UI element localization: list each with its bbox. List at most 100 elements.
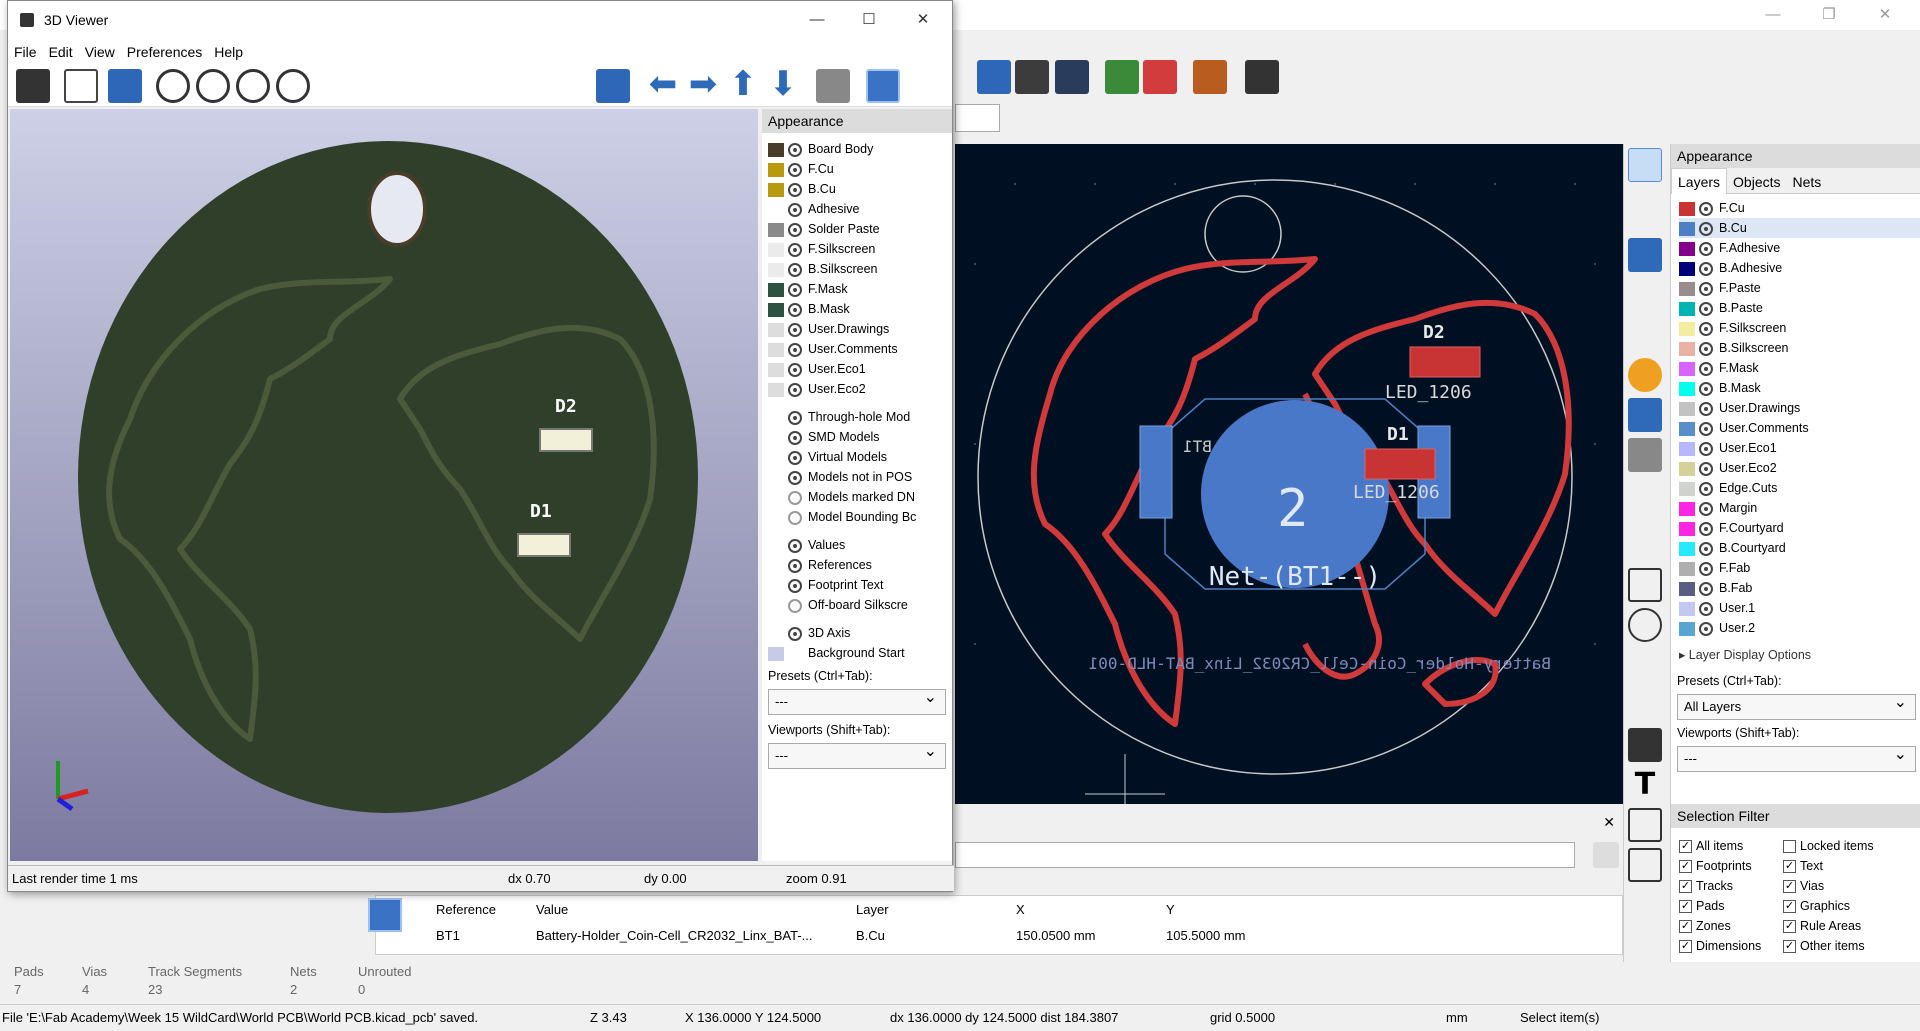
- viewer-toggle-row[interactable]: Through-hole Mod: [768, 407, 952, 427]
- layer-row[interactable]: F.Mask: [1679, 358, 1920, 378]
- viewer-layer-row[interactable]: User.Eco2: [768, 379, 952, 399]
- layer-color-swatch[interactable]: [768, 182, 784, 197]
- viewer-layer-row[interactable]: Solder Paste: [768, 219, 952, 239]
- pan-right-icon[interactable]: ➡: [686, 67, 720, 103]
- table-row[interactable]: BT1 Battery-Holder_Coin-Cell_CR2032_Linx_…: [436, 928, 1536, 950]
- eye-icon[interactable]: [788, 162, 802, 177]
- layer-color-swatch[interactable]: [768, 162, 784, 177]
- menu-edit[interactable]: Edit: [43, 39, 79, 65]
- eye-icon[interactable]: [788, 510, 802, 525]
- layer-color-swatch[interactable]: [1679, 221, 1695, 236]
- layer-color-swatch[interactable]: [768, 362, 784, 377]
- scripting-console-icon[interactable]: [1245, 60, 1279, 94]
- rotate-x-cw-icon[interactable]: [326, 69, 360, 103]
- viewer-layer-row[interactable]: F.Silkscreen: [768, 239, 952, 259]
- layer-stack-icon[interactable]: [368, 898, 402, 932]
- layer-color-swatch[interactable]: [1679, 501, 1695, 516]
- add-text-icon[interactable]: T: [1628, 768, 1662, 802]
- layer-row[interactable]: User.Eco1: [1679, 438, 1920, 458]
- add-footprint-icon[interactable]: [1628, 238, 1662, 272]
- eye-icon[interactable]: [788, 242, 802, 257]
- eye-icon[interactable]: [788, 490, 802, 505]
- layer-row[interactable]: B.Cu: [1679, 218, 1920, 238]
- viewer-layer-row[interactable]: B.Silkscreen: [768, 259, 952, 279]
- eye-icon[interactable]: [788, 410, 802, 425]
- pan-left-icon[interactable]: ⬅: [646, 67, 680, 103]
- board-setup-icon[interactable]: [977, 60, 1011, 94]
- eye-icon[interactable]: [788, 282, 802, 297]
- eye-icon[interactable]: [1699, 461, 1713, 476]
- layer-row[interactable]: F.Silkscreen: [1679, 318, 1920, 338]
- layer-row[interactable]: User.1: [1679, 598, 1920, 618]
- message-filter-input[interactable]: [955, 842, 1575, 868]
- layer-color-swatch[interactable]: [1679, 341, 1695, 356]
- layer-display-options[interactable]: ▸ Layer Display Options: [1671, 644, 1920, 666]
- draw-arc-icon[interactable]: [1628, 528, 1662, 562]
- add-image-icon[interactable]: [1628, 728, 1662, 762]
- eye-icon[interactable]: [788, 382, 802, 397]
- rotate-y-cw-icon[interactable]: [416, 69, 450, 103]
- draw-rectangle-icon[interactable]: [1628, 568, 1662, 602]
- route-track-icon[interactable]: [1628, 278, 1662, 312]
- layer-color-swatch[interactable]: [1679, 561, 1695, 576]
- menu-preferences[interactable]: Preferences: [121, 39, 208, 65]
- restore-icon[interactable]: ❐: [1806, 0, 1852, 30]
- checkbox[interactable]: ✓: [1783, 900, 1796, 914]
- viewer-misc-row[interactable]: 3D Axis: [768, 623, 952, 643]
- rotate-z-cw-icon[interactable]: [506, 69, 540, 103]
- viewer-toggle-row[interactable]: Footprint Text: [768, 575, 952, 595]
- flip-board-icon[interactable]: [596, 69, 630, 103]
- footprint-editor-icon[interactable]: [1055, 60, 1089, 94]
- eye-icon[interactable]: [1699, 201, 1713, 216]
- layer-row[interactable]: F.Adhesive: [1679, 238, 1920, 258]
- eye-icon[interactable]: [1699, 541, 1713, 556]
- pcb-canvas[interactable]: D2 LED_1206 D1 LED_1206 BT1 2 Net-(BT1--…: [955, 144, 1623, 804]
- checkbox[interactable]: ✓: [1783, 940, 1796, 954]
- checkbox[interactable]: ✓: [1679, 840, 1692, 854]
- eye-icon[interactable]: [1699, 381, 1713, 396]
- layer-selector[interactable]: [955, 104, 1000, 132]
- viewer-layer-row[interactable]: F.Mask: [768, 279, 952, 299]
- presets-dropdown[interactable]: All Layers: [1677, 691, 1916, 720]
- eye-icon[interactable]: [788, 222, 802, 237]
- layer-color-swatch[interactable]: [1679, 581, 1695, 596]
- layer-color-swatch[interactable]: [1679, 381, 1695, 396]
- raytrace-icon[interactable]: [108, 69, 142, 103]
- layer-color-swatch[interactable]: [1679, 601, 1695, 616]
- minimize-icon[interactable]: —: [1750, 0, 1796, 30]
- menu-help[interactable]: Help: [208, 39, 249, 65]
- viewer-layer-row[interactable]: Board Body: [768, 139, 952, 159]
- eye-icon[interactable]: [788, 182, 802, 197]
- column-header[interactable]: Layer: [856, 902, 889, 917]
- viewer-viewports-dropdown[interactable]: ---: [768, 740, 946, 769]
- add-zone-icon[interactable]: [1628, 398, 1662, 432]
- layer-row[interactable]: Edge.Cuts: [1679, 478, 1920, 498]
- layer-row[interactable]: User.2: [1679, 618, 1920, 638]
- layer-color-swatch[interactable]: [768, 222, 784, 237]
- eye-icon[interactable]: [1699, 501, 1713, 516]
- footprint-library-icon[interactable]: [1015, 60, 1049, 94]
- menu-file[interactable]: File: [8, 39, 43, 65]
- viewports-dropdown[interactable]: ---: [1677, 743, 1916, 772]
- layer-color-swatch[interactable]: [768, 342, 784, 357]
- checkbox[interactable]: ✓: [1679, 940, 1692, 954]
- add-textbox-icon[interactable]: [1628, 808, 1662, 842]
- eye-icon[interactable]: [1699, 401, 1713, 416]
- viewer-maximize-icon[interactable]: ☐: [846, 5, 892, 35]
- eye-icon[interactable]: [788, 450, 802, 465]
- eye-icon[interactable]: [1699, 301, 1713, 316]
- filter-option[interactable]: ✓ Graphics: [1783, 896, 1913, 916]
- filter-option[interactable]: ✓ Rule Areas: [1783, 916, 1913, 936]
- eye-icon[interactable]: [1699, 481, 1713, 496]
- eye-icon[interactable]: [1699, 621, 1713, 636]
- eye-icon[interactable]: [1699, 221, 1713, 236]
- checkbox[interactable]: ✓: [1783, 860, 1796, 874]
- viewer-toggle-row[interactable]: Models not in POS: [768, 467, 952, 487]
- eye-icon[interactable]: [788, 430, 802, 445]
- layer-color-swatch[interactable]: [768, 262, 784, 277]
- viewer-presets-dropdown[interactable]: ---: [768, 686, 946, 715]
- eye-icon[interactable]: [788, 202, 802, 217]
- viewer-toggle-row[interactable]: Model Bounding Bc: [768, 507, 952, 527]
- column-header[interactable]: Y: [1166, 902, 1175, 917]
- draw-line-icon[interactable]: [1628, 488, 1662, 522]
